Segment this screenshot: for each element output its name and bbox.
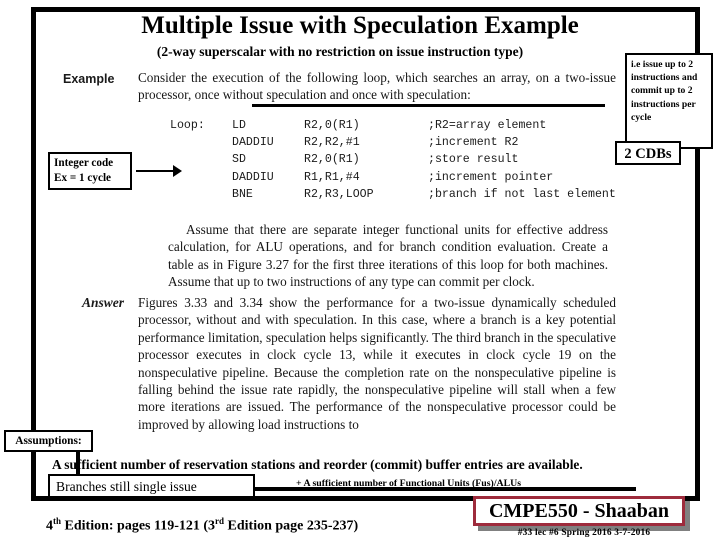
code-line: DADDIU R2,R2,#1 ;increment R2 xyxy=(170,134,616,151)
code-operands: R2,0(R1) xyxy=(304,153,360,167)
code-comment: ;branch if not last element xyxy=(428,187,616,201)
assumptions-label-box: Assumptions: xyxy=(4,430,93,452)
page-subtitle: (2-way superscalar with no restriction o… xyxy=(156,44,524,59)
integer-code-callout: Integer code Ex = 1 cycle xyxy=(48,152,132,190)
page-title: Multiple Issue with Speculation Example xyxy=(141,12,579,39)
edition-sup-rd: rd xyxy=(215,516,225,526)
code-line: BNE R2,R3,LOOP ;branch if not last element xyxy=(170,186,616,203)
cdb-count-callout: 2 CDBs xyxy=(615,141,681,165)
edition-prefix: 4 xyxy=(46,518,53,534)
edition-mid: Edition: pages 119-121 (3 xyxy=(61,518,216,534)
code-opcode: DADDIU xyxy=(232,170,274,184)
code-line: Loop: LD R2,0(R1) ;R2=array element xyxy=(170,117,616,134)
code-opcode: SD xyxy=(232,153,246,167)
example-label: Example xyxy=(63,72,115,86)
code-operands: R2,R2,#1 xyxy=(304,136,360,150)
answer-paragraph: Figures 3.33 and 3.34 show the performan… xyxy=(138,295,616,432)
code-operands: R1,R1,#4 xyxy=(304,170,360,184)
assembly-code-listing: Loop: LD R2,0(R1) ;R2=array element DADDIU R2… xyxy=(170,117,616,203)
code-operands: R2,R3,LOOP xyxy=(304,187,374,201)
answer-label: Answer xyxy=(82,295,125,310)
code-operands: R2,0(R1) xyxy=(304,119,360,132)
code-opcode: DADDIU xyxy=(232,136,274,150)
code-comment: ;increment pointer xyxy=(428,170,554,184)
code-comment: ;increment R2 xyxy=(428,136,519,150)
code-comment: ;R2=array element xyxy=(428,119,547,132)
code-line: DADDIU R1,R1,#4 ;increment pointer xyxy=(170,169,616,186)
integer-code-arrow-line xyxy=(136,170,176,172)
code-comment: ;store result xyxy=(428,153,519,167)
edition-sup-th: th xyxy=(53,516,62,526)
edition-reference-note: 4th Edition: pages 119-121 (3rd Edition … xyxy=(46,512,358,536)
code-label: Loop: xyxy=(170,119,205,132)
branches-single-issue-callout: Branches still single issue xyxy=(48,474,255,498)
example-intro-paragraph: Consider the execution of the following … xyxy=(138,70,616,103)
course-tag: CMPE550 - Shaaban xyxy=(473,496,685,526)
code-opcode: LD xyxy=(232,119,246,132)
speculation-underline xyxy=(252,104,605,107)
issue-rate-callout: i.e issue up to 2 instructions and commi… xyxy=(625,53,713,149)
code-opcode: BNE xyxy=(232,187,253,201)
assumption-one-text: A sufficient number of reservation stati… xyxy=(52,457,583,472)
code-line: SD R2,0(R1) ;store result xyxy=(170,151,616,168)
integer-code-arrow-head-icon xyxy=(173,165,182,177)
footer-meta: #33 lec #6 Spring 2016 3-7-2016 xyxy=(517,528,651,538)
edition-suffix: Edition page 235-237) xyxy=(224,518,359,534)
assume-paragraph: Assume that there are separate integer f… xyxy=(168,222,608,290)
assumption-two-text: + A sufficient number of Functional Unit… xyxy=(296,478,522,489)
